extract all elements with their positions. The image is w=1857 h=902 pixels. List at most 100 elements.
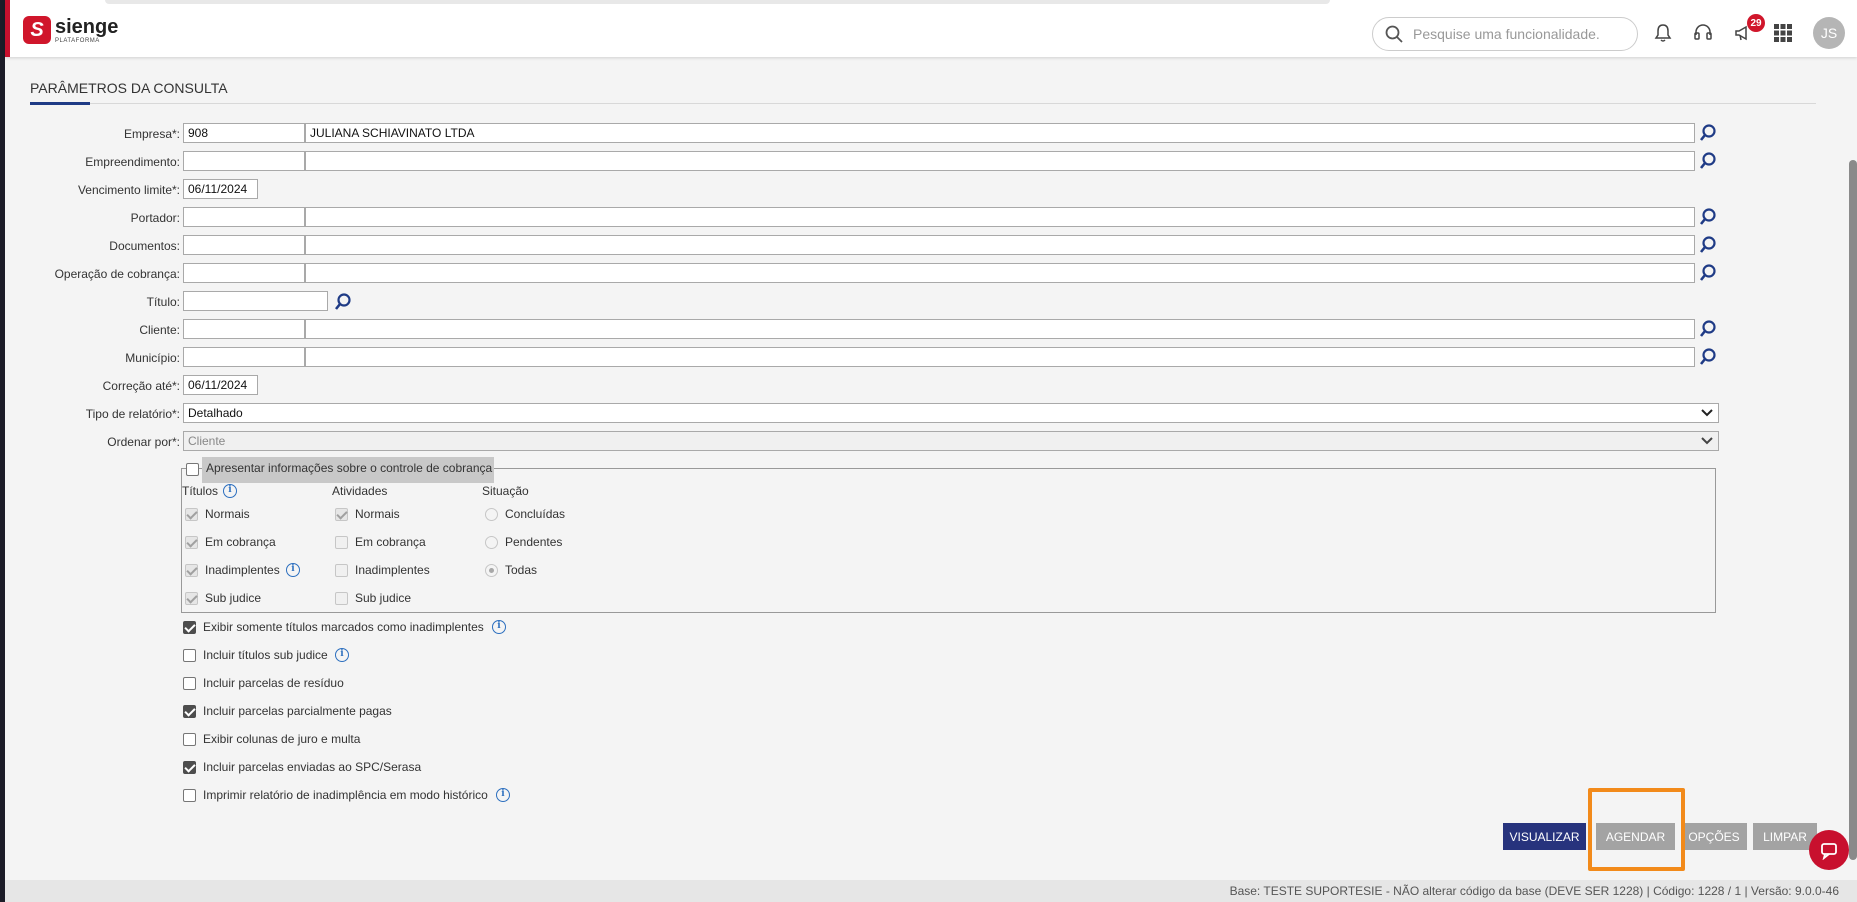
headset-support-icon[interactable] [1690, 20, 1716, 46]
titulos-em-cobranca-checkbox[interactable] [185, 536, 198, 549]
operacao-code-input[interactable] [183, 263, 305, 283]
controle-cobranca-checkbox[interactable] [186, 463, 199, 476]
tipo-relatorio-label: Tipo de relatório*: [85, 407, 180, 421]
ordenar-label: Ordenar por*: [107, 435, 180, 449]
empresa-name-input[interactable]: JULIANA SCHIAVINATO LTDA [305, 123, 1695, 143]
incluir-spc-serasa-label: Incluir parcelas enviadas ao SPC/Serasa [203, 760, 422, 774]
tipo-relatorio-select[interactable]: Detalhado [183, 403, 1719, 423]
atividades-inadimplentes-checkbox[interactable] [335, 564, 348, 577]
empreendimento-code-input[interactable] [183, 151, 305, 171]
empreendimento-label: Empreendimento: [85, 155, 180, 169]
empreendimento-name-input[interactable] [305, 151, 1695, 171]
titulos-inadimplentes-checkbox[interactable] [185, 564, 198, 577]
incluir-parcialmente-pagas-checkbox[interactable] [183, 705, 196, 718]
ordenar-select[interactable]: Cliente [183, 431, 1719, 451]
incluir-parcialmente-pagas-label: Incluir parcelas parcialmente pagas [203, 704, 392, 718]
situacao-todas-radio[interactable] [485, 564, 498, 577]
incluir-sub-judice-label: Incluir títulos sub judice [203, 648, 328, 662]
sienge-logo-icon: S [23, 16, 51, 44]
municipio-code-input[interactable] [183, 347, 305, 367]
titulos-normais-checkbox[interactable] [185, 508, 198, 521]
documentos-label: Documentos: [109, 239, 180, 253]
scrollbar-thumb[interactable] [1849, 160, 1857, 860]
incluir-sub-judice-checkbox[interactable] [183, 649, 196, 662]
portador-name-input[interactable] [305, 207, 1695, 227]
situacao-header: Situação [482, 484, 529, 498]
incluir-spc-serasa-checkbox[interactable] [183, 761, 196, 774]
info-icon[interactable]: i [335, 648, 349, 662]
titulos-inadimplentes-label: Inadimplentes [205, 563, 280, 577]
situacao-concluidas-radio[interactable] [485, 508, 498, 521]
controle-cobranca-label: Apresentar informações sobre o controle … [206, 461, 493, 475]
info-icon[interactable]: i [496, 788, 510, 802]
correcao-date-input[interactable]: 06/11/2024 [183, 375, 258, 395]
municipio-lookup-icon[interactable] [1698, 347, 1718, 367]
operacao-lookup-icon[interactable] [1698, 263, 1718, 283]
info-icon[interactable]: i [223, 484, 237, 498]
titulos-header: Títulos [182, 484, 219, 498]
municipio-name-input[interactable] [305, 347, 1695, 367]
titulos-sub-judice-checkbox[interactable] [185, 592, 198, 605]
documentos-lookup-icon[interactable] [1698, 235, 1718, 255]
empresa-label: Empresa*: [123, 127, 180, 141]
situacao-concluidas-label: Concluídas [505, 507, 566, 521]
chat-icon [1821, 843, 1837, 860]
modo-historico-checkbox[interactable] [183, 789, 196, 802]
brand-name: sienge [55, 15, 119, 38]
modo-historico-label: Imprimir relatório de inadimplência em m… [203, 788, 488, 802]
atividades-em-cobranca-label: Em cobrança [355, 535, 426, 549]
agendar-highlight-box [1588, 788, 1685, 871]
bell-icon[interactable] [1650, 20, 1676, 46]
titulos-sub-judice-label: Sub judice [205, 591, 262, 605]
atividades-sub-judice-label: Sub judice [355, 591, 412, 605]
visualizar-button[interactable]: VISUALIZAR [1503, 823, 1586, 850]
portador-code-input[interactable] [183, 207, 305, 227]
tipo-relatorio-value: Detalhado [188, 406, 243, 420]
vencimento-date-input[interactable]: 06/11/2024 [183, 179, 258, 199]
info-icon[interactable]: i [492, 620, 506, 634]
top-scroll-indicator [105, 0, 1330, 4]
user-avatar[interactable]: JS [1813, 17, 1845, 49]
situacao-pendentes-radio[interactable] [485, 536, 498, 549]
titulos-normais-label: Normais [205, 507, 250, 521]
situacao-todas-label: Todas [505, 563, 538, 577]
portador-label: Portador: [130, 211, 180, 225]
empreendimento-lookup-icon[interactable] [1698, 151, 1718, 171]
titulo-input[interactable] [183, 291, 328, 311]
brand-subtitle: PLATAFORMA [55, 37, 100, 44]
top-bar: S sienge PLATAFORMA 29 JS [5, 0, 1857, 57]
info-icon[interactable]: i [286, 563, 300, 577]
documentos-name-input[interactable] [305, 235, 1695, 255]
opcoes-button[interactable]: OPÇÕES [1681, 823, 1747, 850]
footer-text: Base: TESTE SUPORTESIE - NÃO alterar cód… [1229, 884, 1839, 898]
vertical-scrollbar[interactable] [1848, 70, 1857, 870]
incluir-residuo-checkbox[interactable] [183, 677, 196, 690]
atividades-header: Atividades [332, 484, 388, 498]
limpar-button[interactable]: LIMPAR [1753, 823, 1817, 850]
sienge-logo[interactable]: S sienge PLATAFORMA [23, 16, 118, 44]
atividades-em-cobranca-checkbox[interactable] [335, 536, 348, 549]
exibir-juro-multa-checkbox[interactable] [183, 733, 196, 746]
titulo-lookup-icon[interactable] [333, 292, 353, 312]
search-input[interactable] [1411, 25, 1611, 43]
exibir-somente-inadimplentes-label: Exibir somente títulos marcados como ina… [203, 620, 484, 634]
correcao-label: Correção até*: [102, 379, 180, 393]
operacao-name-input[interactable] [305, 263, 1695, 283]
status-footer: Base: TESTE SUPORTESIE - NÃO alterar cód… [5, 880, 1857, 902]
cliente-lookup-icon[interactable] [1698, 319, 1718, 339]
atividades-sub-judice-checkbox[interactable] [335, 592, 348, 605]
empresa-code-input[interactable]: 908 [183, 123, 305, 143]
cliente-code-input[interactable] [183, 319, 305, 339]
atividades-normais-checkbox[interactable] [335, 508, 348, 521]
vencimento-label: Vencimento limite*: [77, 183, 180, 197]
documentos-code-input[interactable] [183, 235, 305, 255]
exibir-somente-inadimplentes-checkbox[interactable] [183, 621, 196, 634]
portador-lookup-icon[interactable] [1698, 207, 1718, 227]
functionality-search[interactable] [1372, 17, 1638, 51]
chat-support-button[interactable] [1809, 830, 1849, 870]
cliente-name-input[interactable] [305, 319, 1695, 339]
empresa-lookup-icon[interactable] [1698, 123, 1718, 143]
municipio-label: Município: [125, 351, 180, 365]
apps-grid-icon[interactable] [1770, 20, 1796, 46]
section-title-underline [30, 102, 90, 105]
